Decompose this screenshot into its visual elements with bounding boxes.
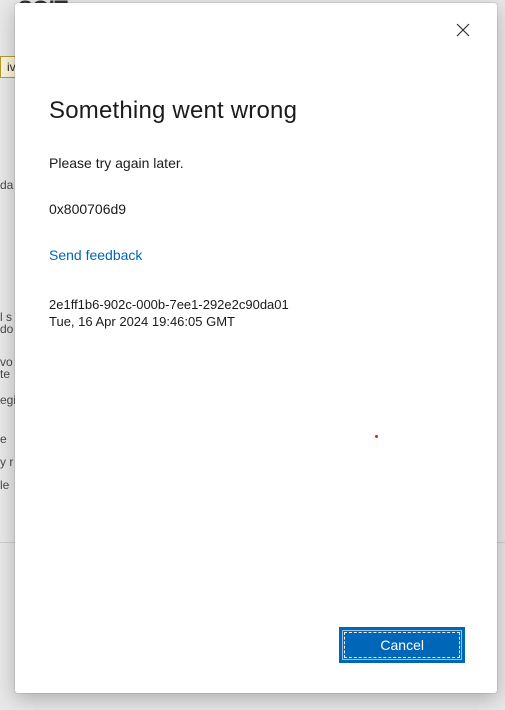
dialog-title: Something went wrong [49,97,463,125]
session-id: 2e1ff1b6-902c-000b-7ee1-292e2c90da01 [49,297,463,312]
send-feedback-link[interactable]: Send feedback [49,247,142,263]
dialog-footer: Cancel [15,629,497,693]
dialog-message: Please try again later. [49,155,463,171]
error-dialog: Something went wrong Please try again la… [15,3,497,693]
cancel-button[interactable]: Cancel [341,629,463,661]
cursor-dot [375,435,378,438]
timestamp: Tue, 16 Apr 2024 19:46:05 GMT [49,314,463,329]
dialog-body: Something went wrong Please try again la… [15,3,497,629]
close-icon [456,23,470,40]
close-button[interactable] [451,19,475,43]
error-code: 0x800706d9 [49,201,463,217]
